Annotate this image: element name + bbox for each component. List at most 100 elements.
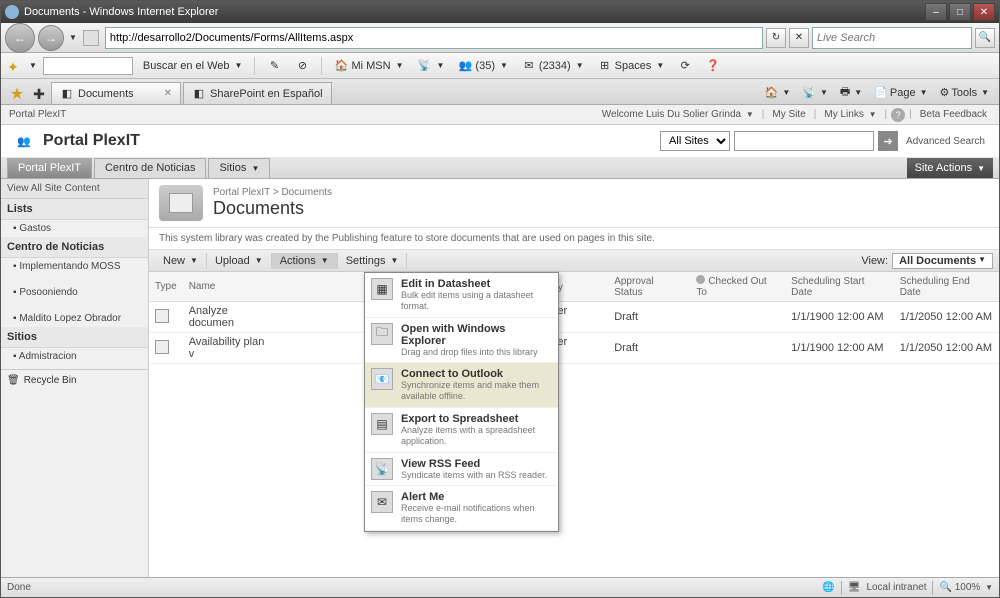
settings-button[interactable]: Settings▼: [338, 253, 408, 269]
list-item-maldito[interactable]: ▪ Maldito Lopez Obrador: [1, 301, 148, 327]
search-button[interactable]: 🔍: [975, 28, 995, 48]
view-all-content-link[interactable]: View All Site Content: [1, 179, 148, 199]
page-header: Portal PlexIT > Documents Documents: [149, 179, 999, 228]
browser-tab-documents[interactable]: ◧ Documents ✕: [51, 82, 181, 104]
actions-button[interactable]: Actions▼: [272, 253, 338, 269]
spaces-button[interactable]: ⊞Spaces▼: [594, 58, 669, 74]
refresh-button[interactable]: ↻: [766, 28, 786, 48]
menu-edit-datasheet[interactable]: ▦ Edit in DatasheetBulk edit items using…: [365, 273, 558, 318]
mysite-link[interactable]: My Site: [768, 109, 809, 120]
navigation-bar: ← → ▼ ↻ ✕ 🔍: [1, 23, 999, 53]
menu-open-explorer[interactable]: 🗀 Open with Windows ExplorerDrag and dro…: [365, 318, 558, 364]
ie-tabstrip: ★ ✚ ◧ Documents ✕ ◧ SharePoint en Españo…: [1, 79, 999, 105]
live-search-input[interactable]: [812, 27, 972, 49]
beta-feedback-link[interactable]: Beta Feedback: [916, 109, 991, 120]
table-row[interactable]: Analyze documen :33 PM Luis Du Solier Gr…: [149, 302, 999, 333]
col-checkedout[interactable]: Checked Out To: [690, 272, 785, 302]
site-actions-button[interactable]: Site Actions▼: [907, 158, 993, 178]
tab-close-icon[interactable]: ✕: [164, 88, 172, 99]
search-go-button[interactable]: ➔: [878, 131, 898, 151]
maximize-button[interactable]: □: [949, 3, 971, 21]
tools-menu-button[interactable]: ⚙Tools▼: [936, 84, 993, 101]
menu-alert-me[interactable]: ✉ Alert MeReceive e-mail notifications w…: [365, 486, 558, 531]
buscar-web-button[interactable]: Buscar en el Web▼: [139, 59, 247, 73]
spreadsheet-icon: ▤: [371, 413, 393, 435]
minimize-button[interactable]: –: [925, 3, 947, 21]
ie-icon: [5, 5, 19, 19]
msn-dropdown[interactable]: ▼: [29, 61, 37, 70]
rss-button[interactable]: 📡▼: [414, 58, 449, 74]
favorites-star-icon[interactable]: ★: [7, 84, 27, 104]
library-description: This system library was created by the P…: [149, 228, 999, 250]
site-root-link[interactable]: Portal PlexIT: [9, 109, 66, 120]
site-logo-icon: 👥: [11, 130, 37, 152]
page-favicon: [83, 30, 99, 46]
help-icon[interactable]: ?: [891, 108, 905, 122]
browser-tab-sharepoint[interactable]: ◧ SharePoint en Español: [183, 82, 332, 104]
site-search-input[interactable]: [734, 131, 874, 151]
zone-icon: 🖥: [848, 582, 861, 593]
col-type[interactable]: Type: [149, 272, 183, 302]
list-item-poso[interactable]: ▪ Posooniendo: [1, 275, 148, 301]
recycle-bin-link[interactable]: 🗑 Recycle Bin: [1, 369, 148, 391]
list-item-admin[interactable]: ▪ Admistracion: [1, 348, 148, 365]
actions-dropdown-menu: ▦ Edit in DatasheetBulk edit items using…: [364, 272, 559, 532]
nav-history-dropdown[interactable]: ▼: [69, 33, 77, 42]
add-favorite-icon[interactable]: ✚: [29, 84, 49, 104]
messenger-button[interactable]: 👥(35)▼: [454, 58, 511, 74]
forward-button[interactable]: →: [38, 25, 64, 51]
breadcrumb[interactable]: Portal PlexIT > Documents: [213, 187, 332, 198]
highlight-button[interactable]: ✎: [263, 58, 285, 74]
site-title[interactable]: Portal PlexIT: [43, 132, 140, 150]
mail-button[interactable]: ✉(2334)▼: [518, 58, 588, 74]
list-toolbar: New▼ Upload▼ Actions▼ Settings▼ View: Al…: [149, 250, 999, 272]
nav-tab-portal[interactable]: Portal PlexIT: [7, 158, 92, 178]
menu-export-spreadsheet[interactable]: ▤ Export to SpreadsheetAnalyze items wit…: [365, 408, 558, 453]
menu-connect-outlook[interactable]: 📧 Connect to OutlookSynchronize items an…: [365, 363, 558, 408]
status-text: Done: [7, 582, 31, 593]
help-toolbar-button[interactable]: ❓: [702, 58, 724, 74]
tab-label: Documents: [78, 88, 134, 100]
new-button[interactable]: New▼: [155, 253, 207, 269]
sharepoint-topbar: Portal PlexIT Welcome Luis Du Solier Gri…: [1, 105, 999, 125]
view-label: View:: [861, 255, 888, 267]
tab-label: SharePoint en Español: [210, 88, 323, 100]
stop-button[interactable]: ✕: [789, 28, 809, 48]
upload-button[interactable]: Upload▼: [207, 253, 272, 269]
document-icon: [155, 309, 169, 323]
sync-button[interactable]: ⟳: [674, 58, 696, 74]
advanced-search-link[interactable]: Advanced Search: [902, 136, 989, 147]
view-selector[interactable]: All Documents▼: [892, 253, 993, 269]
menu-view-rss[interactable]: 📡 View RSS FeedSyndicate items with an R…: [365, 453, 558, 487]
welcome-menu[interactable]: Welcome Luis Du Solier Grinda ▼: [598, 109, 758, 120]
list-item-gastos[interactable]: ▪ Gastos: [1, 220, 148, 237]
col-schedstart[interactable]: Scheduling Start Date: [785, 272, 894, 302]
datasheet-icon: ▦: [371, 278, 393, 300]
tab-favicon: ◧: [60, 87, 74, 101]
search-scope-select[interactable]: All Sites: [660, 131, 730, 151]
col-approval[interactable]: Approval Status: [608, 272, 690, 302]
msn-toolbar: ✦ ▼ Buscar en el Web▼ ✎ ⊘ 🏠Mi MSN▼ 📡▼ 👥(…: [1, 53, 999, 79]
popup-button[interactable]: ⊘: [291, 58, 313, 74]
phishing-icon[interactable]: 🌐: [822, 582, 834, 593]
address-bar[interactable]: [105, 27, 763, 49]
nav-tab-centro[interactable]: Centro de Noticias: [94, 158, 207, 178]
mylinks-menu[interactable]: My Links ▼: [820, 109, 880, 120]
mi-msn-button[interactable]: 🏠Mi MSN▼: [330, 58, 407, 74]
close-button[interactable]: ✕: [973, 3, 995, 21]
zoom-level[interactable]: 🔍 100% ▼: [939, 582, 993, 593]
home-button[interactable]: 🏠▼: [761, 84, 795, 101]
list-item-moss[interactable]: ▪ Implementando MOSS: [1, 258, 148, 275]
nav-tab-sitios[interactable]: Sitios ▼: [208, 158, 270, 178]
print-button[interactable]: 🖶▼: [836, 81, 866, 104]
alert-icon: ✉: [371, 491, 393, 513]
col-name[interactable]: Name: [183, 272, 273, 302]
page-menu-button[interactable]: 📄Page▼: [870, 84, 931, 101]
col-schedend[interactable]: Scheduling End Date: [894, 272, 999, 302]
back-button[interactable]: ←: [5, 23, 35, 53]
sharepoint-nav: Portal PlexIT Centro de Noticias Sitios …: [1, 157, 999, 179]
table-header-row: Type Name Modified By Approval Status Ch…: [149, 272, 999, 302]
table-row[interactable]: Availability plan v :33 PM Luis Du Solie…: [149, 333, 999, 364]
feeds-button[interactable]: 📡▼: [798, 84, 832, 101]
toolbar-search-input[interactable]: [43, 57, 133, 75]
